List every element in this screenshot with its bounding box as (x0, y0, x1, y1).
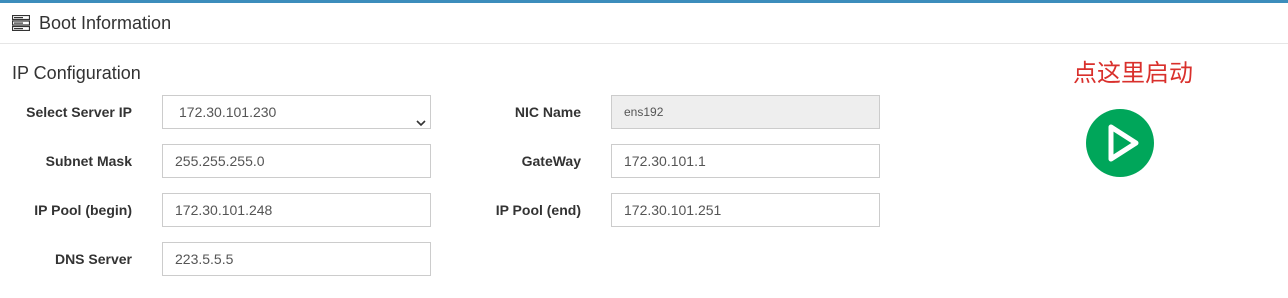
nic-name-label: NIC Name (514, 104, 581, 120)
dns-server-input[interactable]: 223.5.5.5 (162, 242, 431, 276)
server-ip-label: Select Server IP (26, 104, 132, 120)
start-label: 点这里启动 (1073, 59, 1193, 87)
pool-end-label: IP Pool (end) (495, 202, 581, 218)
panel-header: Boot Information (0, 3, 1288, 44)
gateway-input[interactable]: 172.30.101.1 (611, 144, 880, 178)
server-icon (11, 14, 31, 32)
dns-server-label: DNS Server (54, 251, 132, 267)
pool-end-input[interactable]: 172.30.101.251 (611, 193, 880, 227)
subnet-mask-label: Subnet Mask (45, 153, 132, 169)
nic-name-field: ens192 (611, 95, 880, 129)
gateway-label: GateWay (521, 153, 581, 169)
server-ip-value: 172.30.101.230 (179, 104, 277, 120)
section-title: IP Configuration (12, 63, 141, 83)
panel-title: Boot Information (39, 13, 172, 33)
pool-begin-label: IP Pool (begin) (34, 202, 132, 218)
start-button[interactable] (1085, 108, 1155, 178)
play-icon (1086, 109, 1154, 177)
